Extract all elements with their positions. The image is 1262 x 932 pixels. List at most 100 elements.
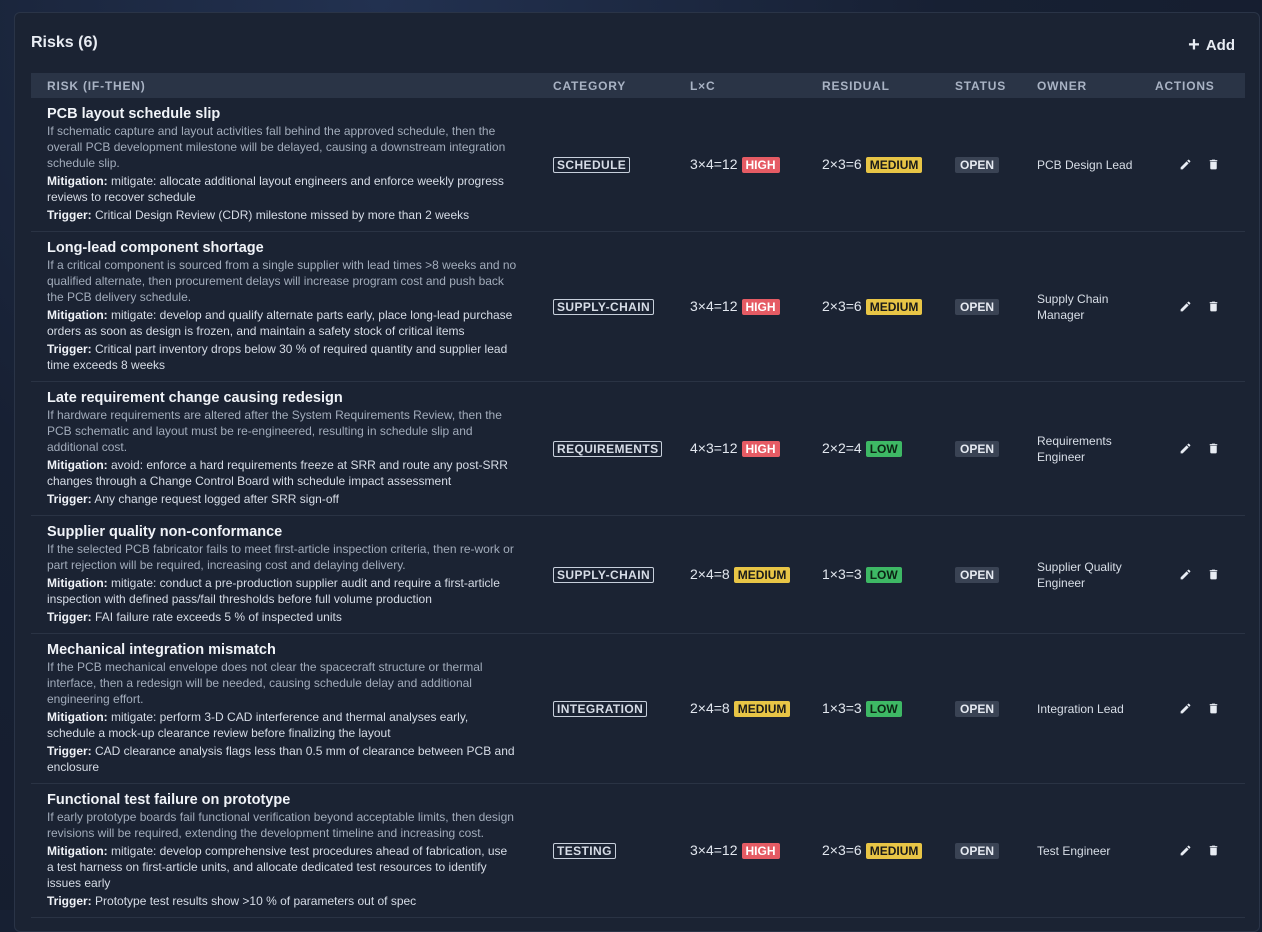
category-badge: INTEGRATION bbox=[553, 701, 647, 717]
mitigation-text: mitigate: develop comprehensive test pro… bbox=[47, 844, 507, 890]
trash-icon[interactable] bbox=[1205, 843, 1221, 859]
trash-icon[interactable] bbox=[1205, 299, 1221, 315]
actions-cell bbox=[1155, 382, 1245, 516]
risk-mitigation: Mitigation: mitigate: conduct a pre-prod… bbox=[47, 575, 517, 607]
table-header-row: RISK (IF-THEN) CATEGORY L×C RESIDUAL STA… bbox=[31, 73, 1245, 98]
row-actions bbox=[1171, 567, 1245, 583]
status-cell: OPEN bbox=[939, 98, 1021, 232]
owner-name: Requirements Engineer bbox=[1037, 433, 1155, 465]
trigger-text: Critical Design Review (CDR) milestone m… bbox=[95, 208, 469, 222]
lxc-cell: 3×4=12HIGH bbox=[674, 98, 806, 232]
category-badge: TESTING bbox=[553, 843, 616, 859]
owner-name: Supply Chain Manager bbox=[1037, 291, 1155, 323]
residual-level-badge: LOW bbox=[866, 441, 902, 457]
table-row: Functional test failure on prototype If … bbox=[31, 784, 1245, 918]
lxc-score: 3×4=12 bbox=[690, 156, 738, 172]
mitigation-text: mitigate: conduct a pre-production suppl… bbox=[47, 576, 500, 606]
mitigation-label: Mitigation: bbox=[47, 710, 108, 724]
owner-cell: PCB Design Lead bbox=[1021, 98, 1155, 232]
mitigation-text: avoid: enforce a hard requirements freez… bbox=[47, 458, 508, 488]
plus-icon: + bbox=[1188, 35, 1200, 55]
status-badge: OPEN bbox=[955, 157, 999, 173]
trigger-label: Trigger: bbox=[47, 610, 92, 624]
status-badge: OPEN bbox=[955, 843, 999, 859]
lxc-level-badge: HIGH bbox=[742, 157, 780, 173]
lxc-level-badge: HIGH bbox=[742, 441, 780, 457]
lxc-cell: 3×4=12HIGH bbox=[674, 232, 806, 382]
risk-description: If hardware requirements are altered aft… bbox=[47, 407, 517, 455]
residual-level-badge: LOW bbox=[866, 567, 902, 583]
risk-trigger: Trigger: CAD clearance analysis flags le… bbox=[47, 743, 517, 775]
risk-cell: Supplier quality non-conformance If the … bbox=[31, 516, 537, 634]
owner-cell: Supplier Quality Engineer bbox=[1021, 516, 1155, 634]
risk-title: Mechanical integration mismatch bbox=[47, 642, 517, 659]
lxc-level-badge: HIGH bbox=[742, 299, 780, 315]
pencil-icon[interactable] bbox=[1177, 843, 1193, 859]
lxc-score: 2×4=8 bbox=[690, 700, 730, 716]
residual-score: 2×2=4 bbox=[822, 440, 862, 456]
trash-icon[interactable] bbox=[1205, 441, 1221, 457]
pencil-icon[interactable] bbox=[1177, 157, 1193, 173]
trigger-label: Trigger: bbox=[47, 492, 92, 506]
category-badge: SUPPLY-CHAIN bbox=[553, 299, 654, 315]
header-status[interactable]: STATUS bbox=[939, 73, 1021, 98]
residual-score: 2×3=6 bbox=[822, 156, 862, 172]
panel-title: Risks (6) bbox=[31, 34, 98, 52]
risks-table: RISK (IF-THEN) CATEGORY L×C RESIDUAL STA… bbox=[31, 73, 1245, 918]
owner-name: PCB Design Lead bbox=[1037, 157, 1155, 173]
mitigation-label: Mitigation: bbox=[47, 308, 108, 322]
category-cell: INTEGRATION bbox=[537, 634, 674, 784]
residual-level-badge: MEDIUM bbox=[866, 843, 923, 859]
lxc-cell: 4×3=12HIGH bbox=[674, 382, 806, 516]
row-actions bbox=[1171, 157, 1245, 173]
risk-description: If early prototype boards fail functiona… bbox=[47, 809, 517, 841]
risk-mitigation: Mitigation: mitigate: develop and qualif… bbox=[47, 307, 517, 339]
status-cell: OPEN bbox=[939, 232, 1021, 382]
risk-title: Supplier quality non-conformance bbox=[47, 524, 517, 541]
pencil-icon[interactable] bbox=[1177, 299, 1193, 315]
category-badge: REQUIREMENTS bbox=[553, 441, 662, 457]
risk-mitigation: Mitigation: mitigate: develop comprehens… bbox=[47, 843, 517, 891]
header-risk[interactable]: RISK (IF-THEN) bbox=[31, 73, 537, 98]
owner-cell: Requirements Engineer bbox=[1021, 382, 1155, 516]
lxc-level-badge: MEDIUM bbox=[734, 701, 791, 717]
residual-cell: 2×3=6MEDIUM bbox=[806, 232, 939, 382]
add-risk-button[interactable]: + Add bbox=[1180, 31, 1243, 59]
lxc-cell: 2×4=8MEDIUM bbox=[674, 516, 806, 634]
status-badge: OPEN bbox=[955, 299, 999, 315]
header-lxc[interactable]: L×C bbox=[674, 73, 806, 98]
lxc-cell: 3×4=12HIGH bbox=[674, 784, 806, 918]
trigger-text: Any change request logged after SRR sign… bbox=[94, 492, 339, 506]
lxc-score: 3×4=12 bbox=[690, 842, 738, 858]
header-owner[interactable]: OWNER bbox=[1021, 73, 1155, 98]
status-badge: OPEN bbox=[955, 701, 999, 717]
residual-cell: 2×3=6MEDIUM bbox=[806, 98, 939, 232]
panel-header: Risks (6) + Add bbox=[31, 31, 1243, 59]
risk-title: Late requirement change causing redesign bbox=[47, 390, 517, 407]
lxc-level-badge: MEDIUM bbox=[734, 567, 791, 583]
header-category[interactable]: CATEGORY bbox=[537, 73, 674, 98]
risk-trigger: Trigger: Critical part inventory drops b… bbox=[47, 341, 517, 373]
risk-cell: Functional test failure on prototype If … bbox=[31, 784, 537, 918]
residual-score: 1×3=3 bbox=[822, 700, 862, 716]
owner-cell: Supply Chain Manager bbox=[1021, 232, 1155, 382]
trash-icon[interactable] bbox=[1205, 157, 1221, 173]
trigger-label: Trigger: bbox=[47, 894, 92, 908]
mitigation-label: Mitigation: bbox=[47, 844, 108, 858]
row-actions bbox=[1171, 843, 1245, 859]
risk-mitigation: Mitigation: mitigate: perform 3-D CAD in… bbox=[47, 709, 517, 741]
header-residual[interactable]: RESIDUAL bbox=[806, 73, 939, 98]
add-label: Add bbox=[1206, 37, 1235, 54]
risk-description: If the selected PCB fabricator fails to … bbox=[47, 541, 517, 573]
mitigation-label: Mitigation: bbox=[47, 576, 108, 590]
trash-icon[interactable] bbox=[1205, 701, 1221, 717]
actions-cell bbox=[1155, 784, 1245, 918]
category-cell: SUPPLY-CHAIN bbox=[537, 232, 674, 382]
residual-level-badge: MEDIUM bbox=[866, 299, 923, 315]
pencil-icon[interactable] bbox=[1177, 441, 1193, 457]
trash-icon[interactable] bbox=[1205, 567, 1221, 583]
pencil-icon[interactable] bbox=[1177, 567, 1193, 583]
actions-cell bbox=[1155, 232, 1245, 382]
risk-title: Long-lead component shortage bbox=[47, 240, 517, 257]
pencil-icon[interactable] bbox=[1177, 701, 1193, 717]
